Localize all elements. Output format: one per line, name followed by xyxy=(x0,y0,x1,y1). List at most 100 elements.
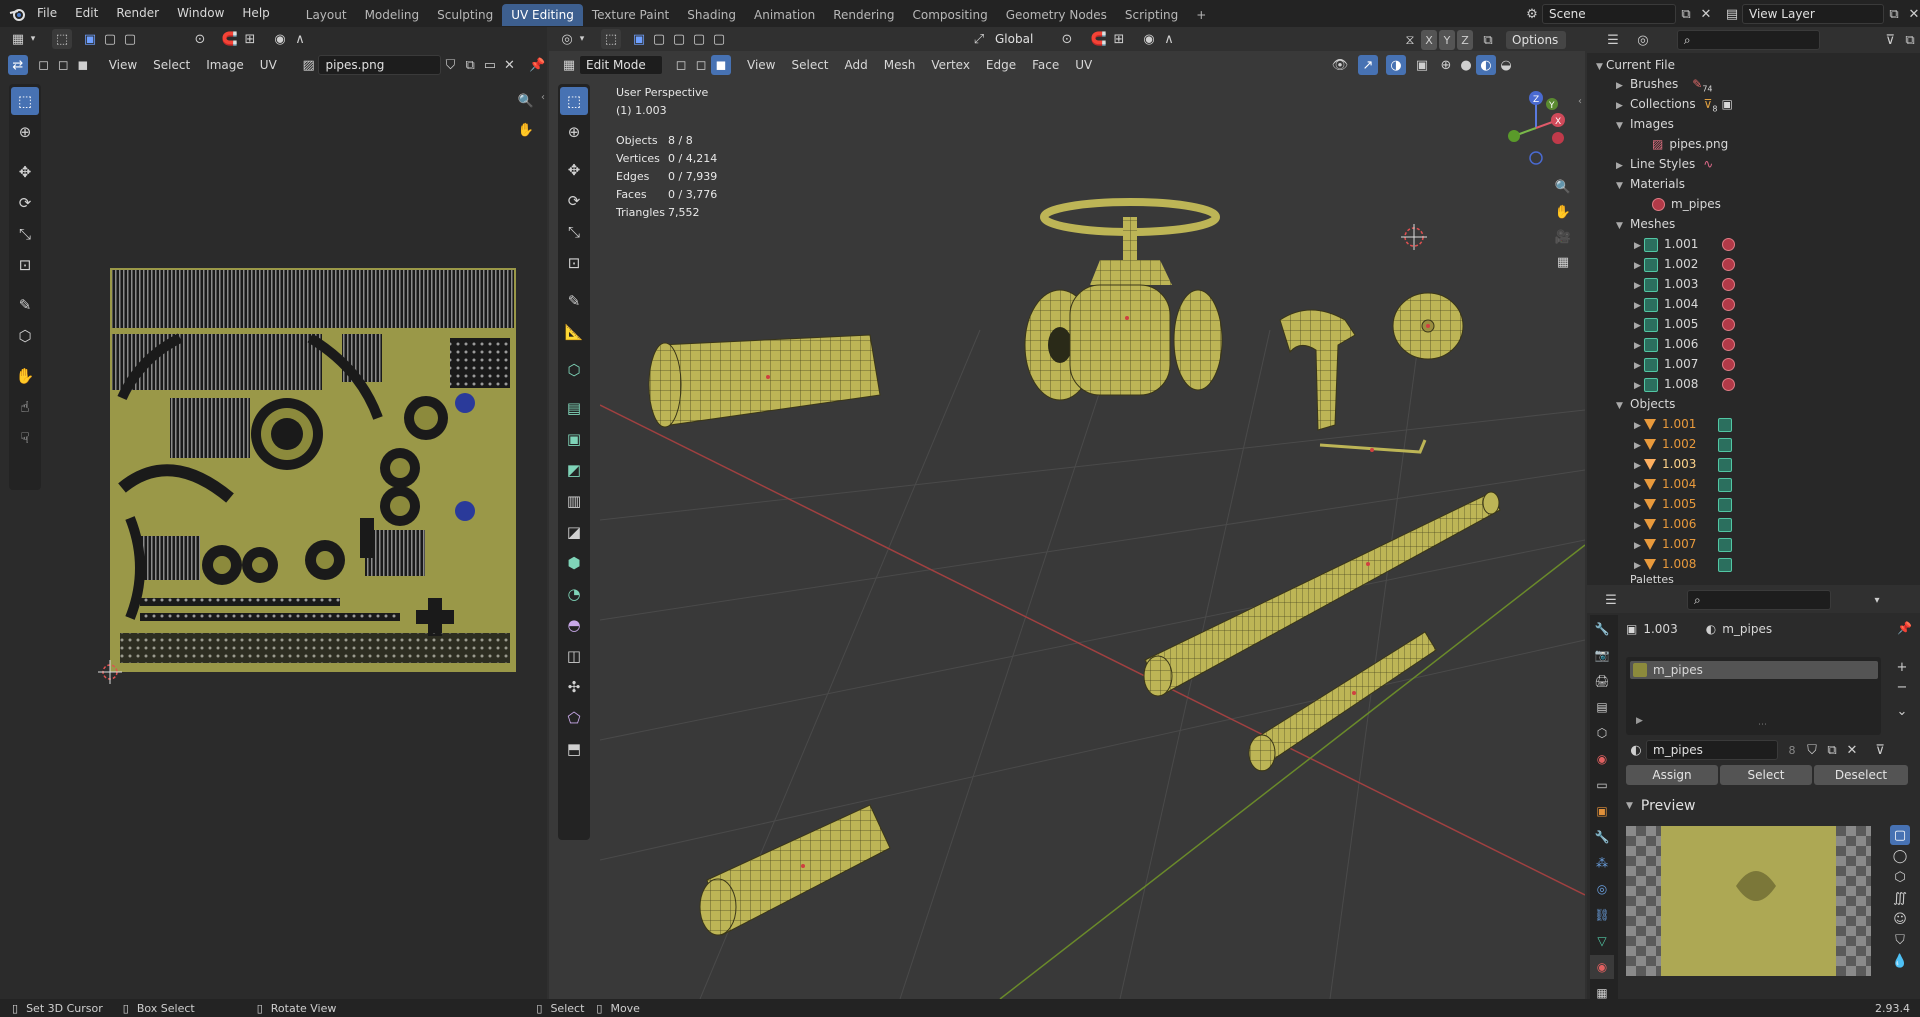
orientation-dropdown[interactable]: Global xyxy=(989,30,1053,48)
preview-cube-icon[interactable]: ⬡ xyxy=(1890,867,1910,887)
snap-target-icon[interactable]: ⊞ xyxy=(240,29,260,49)
object-item[interactable]: ▶ 1.008 xyxy=(1634,554,1738,574)
collapse-icon[interactable]: ▶ xyxy=(1634,456,1644,476)
spin-tool-icon[interactable]: ◔ xyxy=(560,580,588,608)
filter-icon[interactable]: ⊽ xyxy=(1880,30,1900,50)
viewport-sidebar-toggle-icon[interactable]: ‹ xyxy=(1578,96,1582,107)
outliner-editor-type-icon[interactable]: ☰ xyxy=(1603,30,1623,50)
poly-build-tool-icon[interactable]: ⬢ xyxy=(560,549,588,577)
uv-grab-tool-icon[interactable]: ✋ xyxy=(11,362,39,390)
tab-layout[interactable]: Layout xyxy=(297,4,356,26)
ortho-grid-icon[interactable]: ▦ xyxy=(1553,252,1573,272)
tab-compositing[interactable]: Compositing xyxy=(903,4,996,26)
image-browse-icon[interactable]: ▨ xyxy=(299,55,319,75)
object-item[interactable]: ▶ 1.004 xyxy=(1634,474,1738,494)
uv-edge-mode-icon[interactable]: ◻ xyxy=(53,55,73,75)
uv-select-box-tool-icon[interactable]: ⬚ xyxy=(11,87,39,115)
editor-type-icon[interactable]: ▦ xyxy=(8,29,28,49)
viewport-select-intersect-icon[interactable]: ▢ xyxy=(709,29,729,49)
edit-mode-icon[interactable]: ▦ xyxy=(559,55,579,75)
fake-user-shield-icon[interactable]: ⛉ xyxy=(1802,740,1822,760)
scale-tool-icon[interactable]: ⤡ xyxy=(560,218,588,246)
outliner-image-item[interactable]: ▨ pipes.png xyxy=(1652,134,1728,154)
menu-file[interactable]: File xyxy=(28,0,66,27)
outliner-collections[interactable]: ▶ Collections ⊽8 ▣ xyxy=(1616,94,1733,114)
preview-hair-icon[interactable]: ∭ xyxy=(1890,888,1910,908)
display-mode-icon[interactable]: ◎ xyxy=(1633,30,1653,50)
flange-mesh[interactable] xyxy=(1392,292,1464,360)
material-slot-row[interactable]: m_pipes xyxy=(1630,661,1878,679)
pin-icon[interactable]: 📌 xyxy=(527,55,547,75)
material-tab-icon[interactable]: ◉ xyxy=(1590,955,1614,979)
pin-properties-icon[interactable]: 📌 xyxy=(1897,621,1912,635)
valve-mesh[interactable] xyxy=(1024,198,1223,401)
new-image-icon[interactable]: ⧉ xyxy=(460,55,480,75)
loop-cut-tool-icon[interactable]: ▥ xyxy=(560,487,588,515)
tool-tab-icon[interactable]: 🔧 xyxy=(1590,617,1614,641)
extrude-tool-icon[interactable]: ▤ xyxy=(560,394,588,422)
viewport-snap-target-icon[interactable]: ⊞ xyxy=(1109,29,1129,49)
collapse-icon[interactable]: ▶ xyxy=(1634,256,1644,276)
viewport-pan-hand-icon[interactable]: ✋ xyxy=(1553,202,1573,222)
viewport-falloff-icon[interactable]: ∧ xyxy=(1159,29,1179,49)
viewport-menu-face[interactable]: Face xyxy=(1024,58,1067,72)
uv-sidebar-toggle-icon[interactable]: ‹ xyxy=(541,92,545,103)
tab-shading[interactable]: Shading xyxy=(678,4,745,26)
select-mode-icon[interactable]: ▣ xyxy=(80,29,100,49)
collection-tab-icon[interactable]: ▭ xyxy=(1590,773,1614,797)
select-subtract-icon[interactable]: ▢ xyxy=(120,29,140,49)
uv-annotate-tool-icon[interactable]: ✎ xyxy=(11,291,39,319)
outliner-palettes[interactable]: Palettes xyxy=(1616,574,1674,584)
auto-merge-icon[interactable]: ⧉ xyxy=(1478,30,1498,50)
uv-menu-select[interactable]: Select xyxy=(145,58,198,72)
expand-icon[interactable]: ▼ xyxy=(1616,216,1626,236)
face-select-mode-icon[interactable]: ◼ xyxy=(711,55,731,75)
collapse-icon[interactable]: ▶ xyxy=(1634,436,1644,456)
uv-cube-tool-icon[interactable]: ⬡ xyxy=(11,322,39,350)
xray-toggle-icon[interactable]: ▣ xyxy=(1412,55,1432,75)
uv-menu-uv[interactable]: UV xyxy=(252,58,285,72)
orientation-icon[interactable]: ⤢ xyxy=(969,29,989,49)
fake-user-shield-icon[interactable]: ⛉ xyxy=(441,55,461,75)
uv-texture-image[interactable] xyxy=(110,268,516,672)
collapse-icon[interactable]: ▶ xyxy=(1634,316,1644,336)
select-box-tool-icon[interactable]: ⬚ xyxy=(560,87,588,115)
material-name-field[interactable]: m_pipes xyxy=(1646,740,1778,760)
outliner-materials[interactable]: ▼ Materials xyxy=(1616,174,1685,194)
mirror-x-button[interactable]: X xyxy=(1421,30,1437,50)
viewport-menu-select[interactable]: Select xyxy=(783,58,836,72)
uv-pinch-tool-icon[interactable]: ☟ xyxy=(11,424,39,452)
select-tool-icon[interactable]: ⬚ xyxy=(52,29,72,49)
scene-icon[interactable]: ⚙ xyxy=(1522,4,1542,24)
viewport-proportional-icon[interactable]: ◉ xyxy=(1139,29,1159,49)
resize-handle-icon[interactable]: ⋯ xyxy=(1758,720,1767,730)
viewport-menu-view[interactable]: View xyxy=(739,58,783,72)
medium-pipe-mesh[interactable] xyxy=(1248,631,1437,772)
mesh-item[interactable]: ▶ 1.005 xyxy=(1634,314,1736,336)
duplicate-material-icon[interactable]: ⧉ xyxy=(1822,740,1842,760)
collapse-icon[interactable]: ▶ xyxy=(1634,476,1644,496)
tab-uv-editing[interactable]: UV Editing xyxy=(502,4,583,26)
mode-dropdown[interactable]: Edit Mode xyxy=(579,55,663,75)
viewport-menu-edge[interactable]: Edge xyxy=(978,58,1024,72)
vertex-select-mode-icon[interactable]: ◻ xyxy=(671,55,691,75)
collapse-icon[interactable]: ▶ xyxy=(1616,96,1626,116)
unlink-image-icon[interactable]: ✕ xyxy=(500,55,520,75)
tab-animation[interactable]: Animation xyxy=(745,4,824,26)
new-view-layer-icon[interactable]: ⧉ xyxy=(1884,4,1904,24)
visibility-eye-icon[interactable]: 👁 xyxy=(1330,55,1350,75)
outliner-material-item[interactable]: m_pipes xyxy=(1652,194,1721,214)
unlink-material-icon[interactable]: ✕ xyxy=(1842,740,1862,760)
uv-scale-tool-icon[interactable]: ⤡ xyxy=(11,220,39,248)
mesh-item[interactable]: ▶ 1.003 xyxy=(1634,274,1736,294)
uv-cursor-tool-icon[interactable]: ⊕ xyxy=(11,118,39,146)
object-item[interactable]: ▶ 1.007 xyxy=(1634,534,1738,554)
outliner-line-styles[interactable]: ▶ Line Styles ∿ xyxy=(1616,154,1713,174)
properties-search-input[interactable]: ⌕ xyxy=(1687,590,1831,610)
falloff-icon[interactable]: ∧ xyxy=(290,29,310,49)
mesh-item[interactable]: ▶ 1.001 xyxy=(1634,234,1736,254)
mesh-item[interactable]: ▶ 1.007 xyxy=(1634,354,1736,374)
measure-tool-icon[interactable]: 📐 xyxy=(560,318,588,346)
annotate-tool-icon[interactable]: ✎ xyxy=(560,287,588,315)
uv-zoom-icon[interactable]: 🔍 xyxy=(516,91,536,111)
